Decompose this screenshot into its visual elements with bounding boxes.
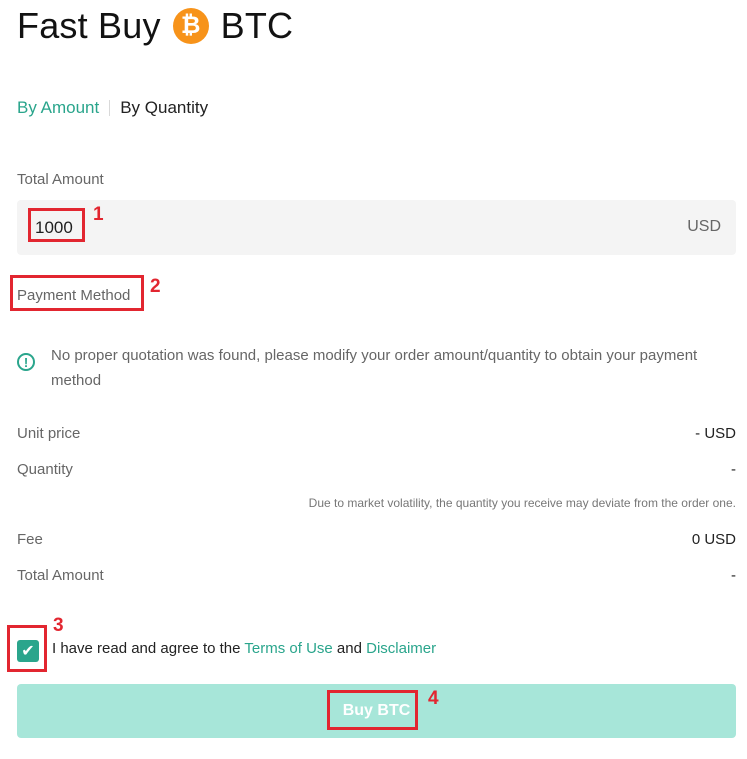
total-label: Total Amount bbox=[17, 567, 104, 584]
quantity-row: Quantity - bbox=[17, 461, 736, 478]
quantity-label: Quantity bbox=[17, 461, 73, 478]
volatility-note: Due to market volatility, the quantity y… bbox=[308, 496, 736, 510]
unit-price-label: Unit price bbox=[17, 425, 81, 442]
total-row: Total Amount - bbox=[17, 567, 736, 584]
mode-tabs: By Amount By Quantity bbox=[17, 98, 208, 118]
annotation-number-2: 2 bbox=[150, 276, 161, 297]
annotation-number-4: 4 bbox=[428, 688, 439, 709]
unit-price-value: - USD bbox=[695, 425, 736, 442]
quantity-value: - bbox=[731, 461, 736, 478]
annotation-box-1 bbox=[28, 208, 85, 242]
page-title: Fast Buy ₿ BTC bbox=[17, 4, 293, 48]
bitcoin-icon: ₿ bbox=[172, 8, 209, 44]
agreement-prefix: I have read and agree to the bbox=[52, 640, 241, 657]
annotation-box-4 bbox=[327, 690, 418, 730]
agreement-and: and bbox=[336, 640, 362, 657]
total-amount-label: Total Amount bbox=[17, 171, 104, 188]
agreement-text: I have read and agree to the Terms of Us… bbox=[52, 640, 436, 657]
title-coin: BTC bbox=[220, 5, 294, 46]
title-fast-buy: Fast Buy bbox=[17, 5, 161, 46]
fee-label: Fee bbox=[17, 531, 43, 548]
annotation-box-2 bbox=[10, 275, 144, 311]
tab-by-amount[interactable]: By Amount bbox=[17, 98, 99, 118]
tab-divider bbox=[109, 100, 111, 116]
annotation-box-3 bbox=[7, 625, 47, 672]
total-value: - bbox=[731, 567, 736, 584]
fee-row: Fee 0 USD bbox=[17, 531, 736, 548]
tab-by-quantity[interactable]: By Quantity bbox=[120, 98, 208, 118]
fee-value: 0 USD bbox=[691, 531, 736, 548]
quotation-notice: No proper quotation was found, please mo… bbox=[51, 347, 698, 389]
terms-link[interactable]: Terms of Use bbox=[244, 640, 332, 657]
amount-currency: USD bbox=[687, 218, 721, 235]
annotation-number-3: 3 bbox=[53, 615, 64, 636]
disclaimer-link[interactable]: Disclaimer bbox=[366, 640, 436, 657]
info-icon: ! bbox=[17, 353, 35, 371]
unit-price-row: Unit price - USD bbox=[17, 425, 736, 442]
amount-input[interactable]: 1000 USD bbox=[17, 200, 736, 255]
annotation-number-1: 1 bbox=[93, 204, 104, 225]
